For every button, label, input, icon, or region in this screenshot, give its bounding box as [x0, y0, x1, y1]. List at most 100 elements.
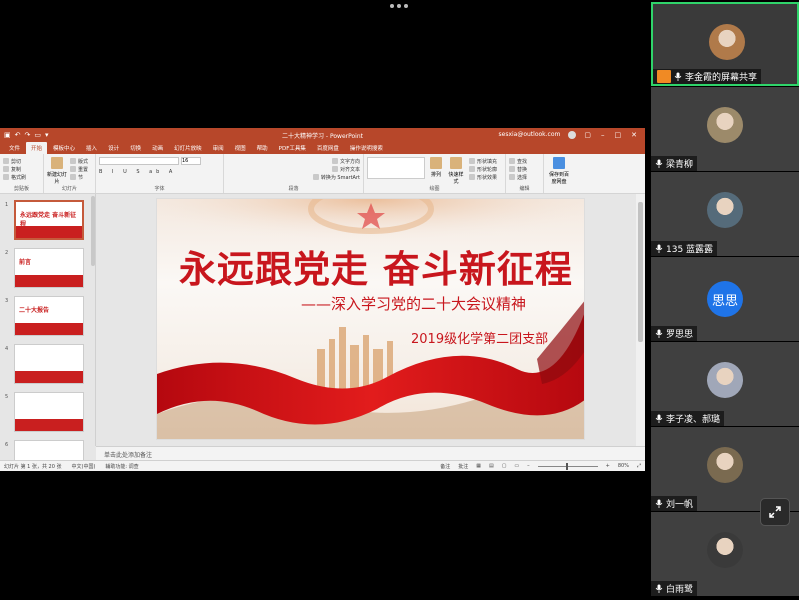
slide-thumbnail[interactable]: 前言 [14, 248, 84, 288]
exit-fullscreen-button[interactable] [760, 498, 790, 526]
customize-icon[interactable]: ▾ [45, 131, 49, 139]
select-button[interactable]: 选择 [509, 173, 540, 181]
smartart-button[interactable]: 转换为 SmartArt [227, 173, 360, 181]
participant-name-tag: 梁青柳 [651, 156, 698, 171]
status-bar: 幻灯片 第 1 张，共 20 张 中文(中国) 辅助功能: 调查 备注 批注 ▦… [0, 460, 645, 471]
shared-screen: ▣ ↶ ↷ ▭ ▾ 二十大精神学习 - PowerPoint sesxia@ou… [0, 128, 645, 471]
minimize-icon[interactable]: – [601, 131, 605, 139]
microphone-icon [655, 159, 663, 168]
tab-7[interactable]: 幻灯片放映 [169, 142, 207, 154]
zoom-in-icon[interactable]: + [606, 463, 610, 469]
notes-pane[interactable]: 单击此处添加备注 [96, 446, 645, 460]
zoom-level[interactable]: 80% [618, 463, 629, 469]
participant-name: 李子凌、郝璐 [666, 415, 721, 425]
avatar [707, 447, 743, 483]
scrollbar-thumb[interactable] [638, 202, 643, 342]
font-size-box[interactable]: 16 [181, 157, 201, 165]
tab-5[interactable]: 切换 [125, 142, 146, 154]
thumbnail-title: 永远跟党走 奋斗新征程 [20, 212, 77, 228]
slide-thumbnail[interactable]: 永远跟党走 奋斗新征程 [14, 200, 84, 240]
shape-outline-button[interactable]: 形状轮廓 [469, 165, 497, 173]
participant-tile[interactable]: 李子凌、郝璐 [651, 342, 799, 426]
comments-toggle[interactable]: 批注 [458, 463, 468, 470]
zoom-slider[interactable] [537, 462, 598, 470]
tab-8[interactable]: 审阅 [208, 142, 229, 154]
account-avatar[interactable] [568, 130, 577, 139]
participant-name-tag: 刘一帆 [651, 496, 698, 511]
group-label: 剪贴板 [13, 186, 29, 192]
tab-11[interactable]: PDF工具集 [274, 142, 311, 154]
copy-button[interactable]: 复制 [3, 165, 40, 173]
avatar [707, 532, 743, 568]
text-direction-button[interactable]: 文字方向 [227, 157, 360, 165]
tab-0[interactable]: 文件 [4, 142, 25, 154]
workspace: 1 永远跟党走 奋斗新征程 2 前言 3 二十大报告 4 5 6 永远跟党走 奋… [0, 194, 645, 471]
font-name-box[interactable] [99, 157, 179, 165]
shapes-gallery[interactable] [367, 157, 425, 179]
sorter-view-icon[interactable]: ▤ [489, 463, 494, 469]
microphone-icon [655, 584, 663, 593]
group-label: 段落 [288, 186, 299, 192]
accessibility-indicator[interactable]: 辅助功能: 调查 [105, 463, 138, 470]
reset-button[interactable]: 重置 [70, 165, 88, 173]
more-options-icon[interactable] [390, 4, 412, 12]
tab-10[interactable]: 帮助 [252, 142, 273, 154]
tab-13[interactable]: 操作说明搜索 [345, 142, 388, 154]
reading-view-icon[interactable]: ▢ [502, 463, 507, 469]
shape-effects-button[interactable]: 形状效果 [469, 173, 497, 181]
thumbnail-title: 前言 [19, 259, 32, 266]
tab-9[interactable]: 视图 [230, 142, 251, 154]
thumbnail-title: 二十大报告 [19, 307, 50, 314]
participant-name: 135 蓝露露 [666, 245, 714, 255]
participant-name: 李金霞的屏幕共享 [685, 73, 758, 83]
tab-2[interactable]: 模板中心 [48, 142, 80, 154]
current-slide[interactable]: 永远跟党走 奋斗新征程 ——深入学习党的二十大会议精神 2019级化学第二团支部 [156, 198, 585, 440]
undo-icon[interactable]: ↶ [15, 131, 21, 139]
align-text-button[interactable]: 对齐文本 [227, 165, 360, 173]
slide-scrollbar[interactable] [636, 194, 645, 446]
quick-styles-icon [450, 157, 462, 169]
language-indicator[interactable]: 中文(中国) [72, 463, 96, 470]
thumbnail-ribbon [15, 275, 83, 287]
maximize-icon[interactable]: □ [615, 131, 622, 139]
format-painter-button[interactable]: 格式刷 [3, 173, 40, 181]
arrange-icon [430, 157, 442, 169]
slideshow-view-icon[interactable]: ▭ [514, 463, 519, 469]
expand-icon [769, 506, 781, 518]
close-icon[interactable]: ✕ [631, 131, 637, 139]
redo-icon[interactable]: ↷ [25, 131, 31, 139]
participant-tile[interactable]: 135 蓝露露 [651, 172, 799, 256]
microphone-icon [655, 329, 663, 338]
font-format-buttons[interactable]: B I U S ab A [99, 168, 220, 176]
thumbnail-scrollbar[interactable] [91, 196, 95, 266]
notes-toggle[interactable]: 备注 [440, 463, 450, 470]
zoom-out-icon[interactable]: – [527, 463, 530, 469]
replace-button[interactable]: 替换 [509, 165, 540, 173]
slide-organization: 2019级化学第二团支部 [411, 332, 549, 347]
participant-tile[interactable]: 思思 罗思思 [651, 257, 799, 341]
save-baidu-button[interactable]: 保存到百度网盘 [547, 157, 571, 185]
ribbon-options-icon[interactable]: ▢ [584, 131, 591, 139]
cut-button[interactable]: 剪切 [3, 157, 40, 165]
find-button[interactable]: 查找 [509, 157, 540, 165]
save-icon[interactable]: ▣ [4, 131, 11, 139]
tab-6[interactable]: 动画 [147, 142, 168, 154]
slide-thumbnail[interactable] [14, 392, 84, 432]
shape-fill-button[interactable]: 形状填充 [469, 157, 497, 165]
section-button[interactable]: 节 [70, 173, 88, 181]
tab-12[interactable]: 百度网盘 [312, 142, 344, 154]
slide-thumbnail[interactable]: 二十大报告 [14, 296, 84, 336]
tab-1[interactable]: 开始 [26, 142, 48, 154]
fit-slide-icon[interactable]: ⤢ [637, 463, 641, 469]
layout-button[interactable]: 版式 [70, 157, 88, 165]
account-email[interactable]: sesxia@outlook.com [499, 131, 561, 138]
tab-3[interactable]: 插入 [81, 142, 102, 154]
new-slide-icon [51, 157, 63, 169]
slide-thumbnail[interactable] [14, 344, 84, 384]
participant-tile[interactable]: 梁青柳 [651, 87, 799, 171]
tab-4[interactable]: 设计 [103, 142, 124, 154]
present-icon[interactable]: ▭ [34, 131, 41, 139]
normal-view-icon[interactable]: ▦ [476, 463, 481, 469]
microphone-icon [655, 499, 663, 508]
participant-tile[interactable]: 李金霞的屏幕共享 [651, 2, 799, 86]
